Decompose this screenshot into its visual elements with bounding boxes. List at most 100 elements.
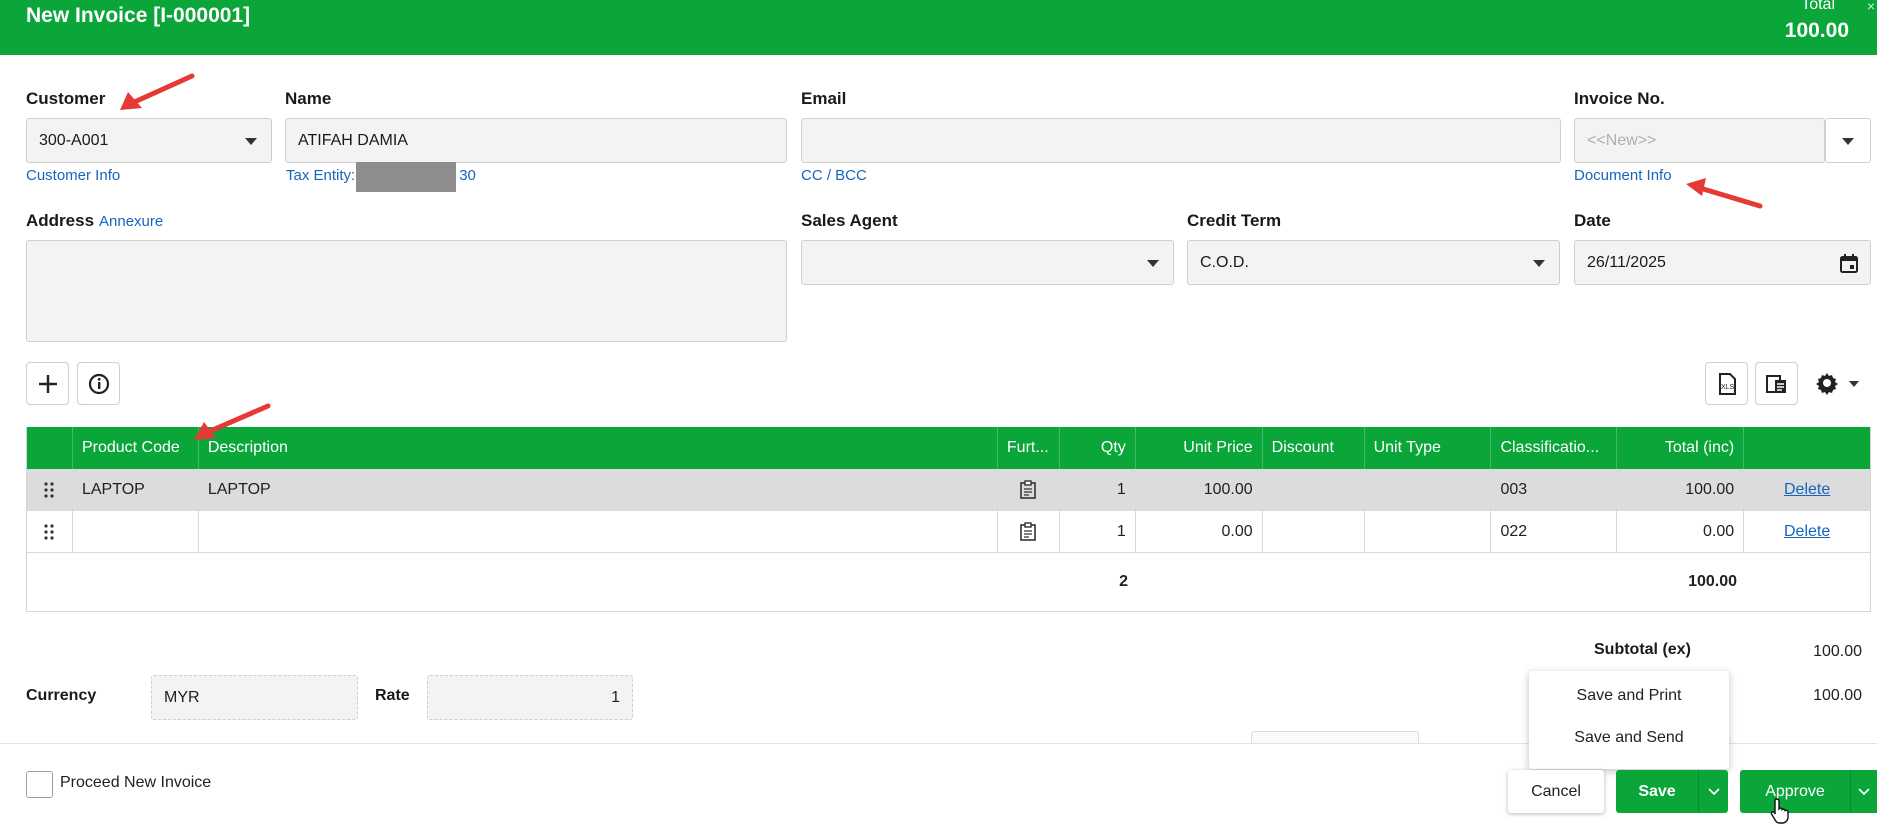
- tax-entity-prefix: Tax Entity:: [286, 167, 356, 184]
- discount-cell[interactable]: [1263, 511, 1365, 552]
- summary-total: 100.00: [1688, 573, 1737, 590]
- address-label: Address: [26, 211, 95, 230]
- column-header-handle: [27, 427, 73, 469]
- customer-info-link[interactable]: Customer Info: [26, 167, 120, 184]
- proceed-new-invoice-checkbox[interactable]: [26, 771, 53, 798]
- save-dropdown-button[interactable]: [1698, 770, 1728, 813]
- chevron-down-icon: [245, 138, 257, 145]
- clipboard-icon: [1020, 522, 1037, 541]
- subtotal-label: Subtotal (ex): [1594, 641, 1691, 658]
- cancel-button[interactable]: Cancel: [1508, 770, 1604, 813]
- credit-term-select[interactable]: C.O.D.: [1187, 240, 1560, 285]
- annotation-arrow-icon: [120, 73, 195, 110]
- spreadsheet-icon: XLS: [1718, 372, 1736, 395]
- currency-label: Currency: [26, 687, 97, 704]
- drag-handle-icon[interactable]: [27, 469, 73, 510]
- table-header: Product Code Description Furt... Qty Uni…: [27, 427, 1870, 469]
- menu-item-save-and-send[interactable]: Save and Send: [1529, 717, 1729, 759]
- calendar-icon[interactable]: [1840, 254, 1858, 273]
- invoice-no-dropdown[interactable]: [1825, 118, 1871, 163]
- header-total-value: 100.00: [1784, 19, 1849, 42]
- product-code-cell[interactable]: LAPTOP: [73, 469, 199, 510]
- total-value: 100.00: [1813, 687, 1862, 704]
- svg-text:XLS: XLS: [1721, 384, 1735, 391]
- gear-icon: [1816, 373, 1838, 395]
- summary-qty: 2: [1119, 573, 1128, 590]
- currency-field[interactable]: MYR: [151, 675, 358, 720]
- product-code-cell[interactable]: [73, 511, 199, 552]
- column-header-unit-price[interactable]: Unit Price: [1136, 427, 1263, 469]
- column-header-discount[interactable]: Discount: [1263, 427, 1365, 469]
- chevron-down-icon: [1842, 138, 1854, 145]
- menu-item-save-and-print[interactable]: Save and Print: [1529, 675, 1729, 717]
- description-cell[interactable]: LAPTOP: [199, 469, 998, 510]
- email-input[interactable]: [801, 118, 1561, 163]
- subtotal-value: 100.00: [1813, 643, 1862, 660]
- classification-cell[interactable]: 003: [1491, 469, 1618, 510]
- column-header-unit-type[interactable]: Unit Type: [1365, 427, 1492, 469]
- cc-bcc-link[interactable]: CC / BCC: [801, 167, 867, 184]
- date-value: 26/11/2025: [1587, 254, 1666, 271]
- annotation-arrow-icon: [194, 403, 271, 440]
- date-input[interactable]: 26/11/2025: [1574, 240, 1871, 285]
- rate-field[interactable]: 1: [427, 675, 633, 720]
- clipboard-icon: [1020, 480, 1037, 499]
- column-header-product-code[interactable]: Product Code: [73, 427, 199, 469]
- redacted-block: [356, 162, 456, 192]
- credit-term-value: C.O.D.: [1200, 254, 1249, 271]
- table-row[interactable]: LAPTOP LAPTOP 1 100.00 003 100.00 Delete: [27, 469, 1870, 511]
- name-input[interactable]: ATIFAH DAMIA: [285, 118, 787, 163]
- plus-icon: [38, 374, 57, 393]
- invoice-lines-table: Product Code Description Furt... Qty Uni…: [26, 427, 1871, 612]
- discount-cell[interactable]: [1263, 469, 1365, 510]
- header-total-label: Total: [1801, 0, 1835, 13]
- sales-agent-select[interactable]: [801, 240, 1174, 285]
- description-cell[interactable]: [199, 511, 998, 552]
- qty-cell[interactable]: 1: [1060, 469, 1136, 510]
- table-row[interactable]: 1 0.00 022 0.00 Delete: [27, 511, 1870, 553]
- column-header-total[interactable]: Total (inc): [1617, 427, 1745, 469]
- customer-label: Customer: [26, 89, 106, 108]
- chevron-down-icon: [1849, 381, 1859, 387]
- add-row-button[interactable]: [26, 362, 69, 405]
- approve-button[interactable]: Approve: [1740, 770, 1850, 813]
- unit-price-cell[interactable]: 100.00: [1136, 469, 1263, 510]
- further-description-button[interactable]: [998, 469, 1060, 510]
- invoice-page: New Invoice [I-000001] Total 100.00 × Cu…: [0, 0, 1877, 838]
- column-header-further[interactable]: Furt...: [998, 427, 1060, 469]
- approve-dropdown-button[interactable]: [1850, 770, 1877, 813]
- invoice-no-input[interactable]: <<New>>: [1574, 118, 1825, 163]
- chevron-down-icon: [1533, 260, 1545, 267]
- close-icon[interactable]: ×: [1867, 0, 1875, 14]
- customer-value: 300-A001: [39, 132, 109, 149]
- email-label: Email: [801, 89, 847, 108]
- column-header-description[interactable]: Description: [199, 427, 998, 469]
- annexure-link[interactable]: Annexure: [99, 213, 163, 230]
- delete-row-link[interactable]: Delete: [1744, 469, 1870, 510]
- annotation-arrow-icon: [1686, 178, 1763, 209]
- column-header-classification[interactable]: Classificatio...: [1491, 427, 1618, 469]
- unit-price-cell[interactable]: 0.00: [1136, 511, 1263, 552]
- classification-cell[interactable]: 022: [1491, 511, 1618, 552]
- column-header-qty[interactable]: Qty: [1060, 427, 1136, 469]
- unit-type-cell[interactable]: [1365, 511, 1492, 552]
- further-description-button[interactable]: [998, 511, 1060, 552]
- drag-handle-icon[interactable]: [27, 511, 73, 552]
- chevron-down-icon: [1707, 788, 1720, 796]
- summary-spacer: [27, 553, 1137, 611]
- name-label: Name: [285, 89, 332, 108]
- customer-select[interactable]: 300-A001: [26, 118, 272, 163]
- address-textarea[interactable]: [26, 240, 787, 342]
- info-button[interactable]: [77, 362, 120, 405]
- unit-type-cell[interactable]: [1365, 469, 1492, 510]
- delete-row-link[interactable]: Delete: [1744, 511, 1870, 552]
- import-xls-button[interactable]: XLS: [1705, 362, 1748, 405]
- qty-cell[interactable]: 1: [1060, 511, 1136, 552]
- save-button[interactable]: Save: [1616, 770, 1698, 813]
- copy-document-button[interactable]: [1755, 362, 1798, 405]
- proceed-new-invoice-label: Proceed New Invoice: [60, 774, 212, 791]
- credit-term-label: Credit Term: [1187, 211, 1282, 230]
- chevron-down-icon: [1858, 788, 1870, 796]
- settings-menu-button[interactable]: [1815, 371, 1871, 397]
- document-info-link[interactable]: Document Info: [1574, 167, 1672, 184]
